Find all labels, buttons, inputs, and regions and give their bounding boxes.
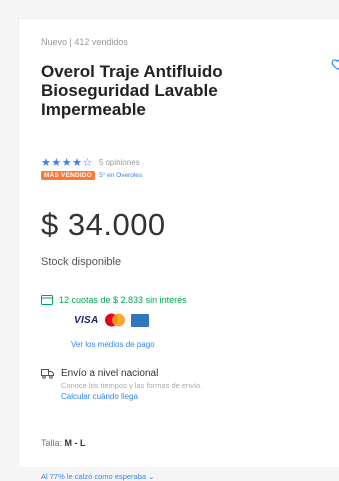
stock-status: Stock disponible: [41, 256, 122, 268]
payment-methods-link[interactable]: Ver los medios de pago: [71, 340, 155, 349]
installments-text: 12 cuotas de $ 2.833 sin interés: [59, 295, 187, 305]
condition-text: Nuevo | 412 vendidos: [41, 37, 128, 47]
best-seller-row: MÁS VENDIDO 5° en Overoles: [41, 171, 142, 180]
truck-icon: [41, 369, 54, 379]
fit-summary[interactable]: Al 77% le calzó como esperaba ⌄: [41, 472, 154, 481]
shipping-title: Envío a nivel nacional: [61, 368, 159, 379]
rating[interactable]: ★★★★☆ 5 opiniones: [41, 156, 140, 169]
stars: ★★★★☆: [41, 157, 93, 169]
heart-icon[interactable]: [331, 57, 339, 71]
product-title: Overol Traje Antifluido Bioseguridad Lav…: [41, 62, 223, 119]
installments-row: 12 cuotas de $ 2.833 sin interés: [41, 295, 187, 305]
chevron-down-icon: ⌄: [148, 472, 155, 481]
mastercard-logo: [104, 313, 125, 327]
amex-logo: [130, 313, 149, 327]
size-label: Talla:: [41, 438, 63, 448]
shipping-row: Envío a nivel nacional Conoce los tiempo…: [41, 368, 202, 401]
price: $ 34.000: [41, 207, 166, 242]
visa-logo: VISA: [74, 314, 99, 326]
size-row[interactable]: Talla: M - L: [41, 438, 86, 448]
card-icon: [41, 295, 53, 305]
fit-text: Al 77% le calzó como esperaba: [41, 472, 147, 481]
product-panel: Nuevo | 412 vendidos Overol Traje Antifl…: [18, 18, 339, 481]
reviews-count[interactable]: 5 opiniones: [99, 158, 140, 167]
size-value: M - L: [64, 438, 86, 448]
best-seller-badge: MÁS VENDIDO: [41, 171, 96, 180]
ranking-link[interactable]: 5° en Overoles: [99, 172, 142, 179]
shipping-subtitle: Conoce los tiempos y las formas de envío…: [61, 381, 203, 390]
calculate-delivery-link[interactable]: Calcular cuándo llega: [61, 392, 202, 401]
payment-logos: VISA: [74, 313, 149, 327]
